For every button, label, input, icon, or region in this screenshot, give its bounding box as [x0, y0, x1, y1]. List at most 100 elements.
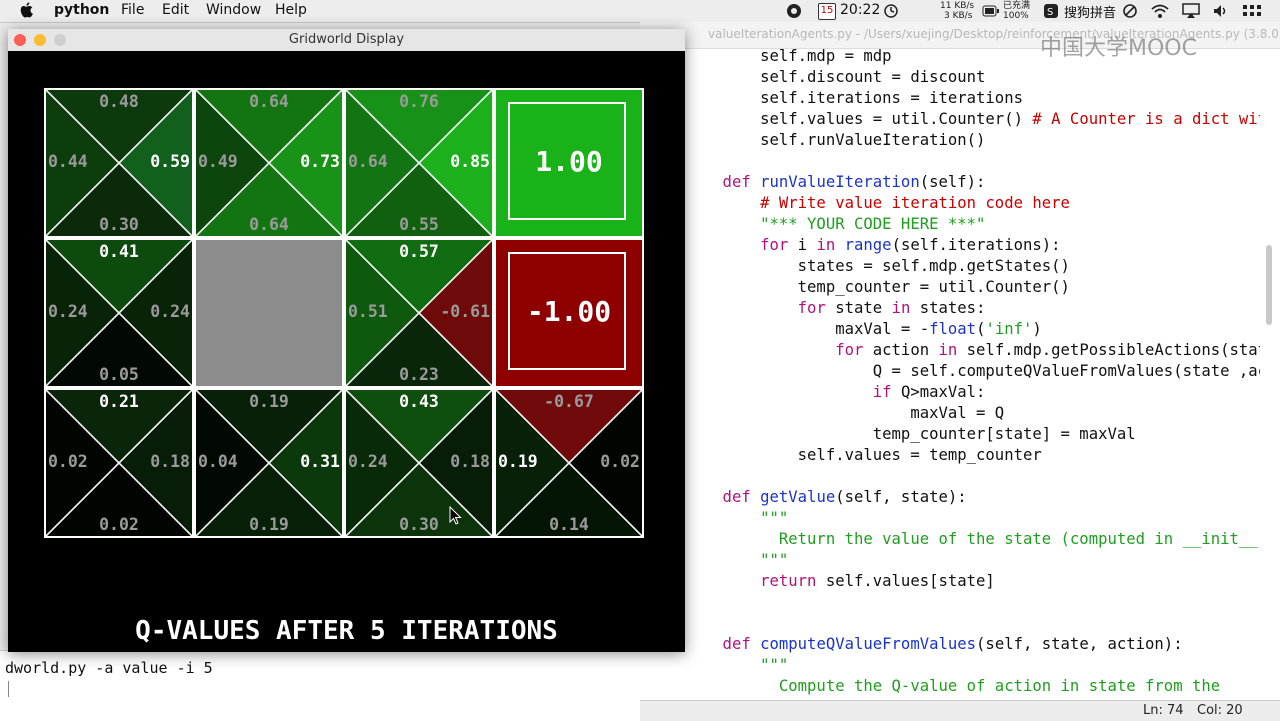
q-value-east: 0.24: [150, 302, 190, 321]
code-line[interactable]: # Write value iteration code here: [685, 193, 1070, 214]
code-token: self.runValueIteration(): [685, 131, 986, 149]
code-line[interactable]: Return the value of the state (computed …: [685, 529, 1260, 550]
code-line[interactable]: """: [685, 655, 788, 676]
code-line[interactable]: "*** YOUR CODE HERE ***": [685, 214, 985, 235]
battery-label: 已充满: [1003, 1, 1031, 11]
code-line[interactable]: """: [685, 550, 788, 571]
gridworld-title: Gridworld Display: [288, 32, 405, 47]
code-area[interactable]: self.mdp = mdp self.discount = discount …: [685, 46, 1260, 700]
code-line[interactable]: maxVal = Q: [685, 403, 1004, 424]
code-token: i: [797, 236, 817, 254]
code-line[interactable]: for state in states:: [685, 298, 986, 319]
code-token: self.discount = discount: [685, 68, 986, 86]
grid-cell: 0.43 0.18 0.30 0.24: [344, 388, 494, 538]
code-line[interactable]: Compute the Q-value of action in state f…: [685, 676, 1220, 697]
code-token: range: [844, 236, 892, 254]
code-line[interactable]: for action in self.mdp.getPossibleAction…: [685, 340, 1260, 361]
code-token: (self, state, action):: [976, 635, 1183, 653]
menu-app-name[interactable]: python: [54, 2, 109, 18]
q-value-west: 0.49: [198, 152, 238, 171]
code-token: 'inf': [985, 320, 1033, 338]
code-line[interactable]: def runValueIteration(self):: [685, 172, 986, 193]
wifi-icon[interactable]: [1150, 3, 1170, 23]
menu-extras-icon[interactable]: [1242, 3, 1262, 23]
gridworld-canvas[interactable]: Q-VALUES AFTER 5 ITERATIONS 0.48 0.59 0.30…: [8, 51, 685, 652]
code-token: self.mdp.getPossibleActions(stat: [966, 341, 1260, 359]
network-up: 11 KB/s: [940, 1, 975, 11]
status-line: Ln: 74: [1143, 703, 1184, 718]
menu-window[interactable]: Window: [206, 2, 261, 18]
code-token: float: [929, 320, 977, 338]
q-value-north: 0.64: [249, 92, 289, 111]
q-value-north: 0.76: [399, 92, 439, 111]
code-token: def: [685, 635, 761, 653]
code-token: # Write value iteration code here: [685, 194, 1070, 212]
code-line[interactable]: maxVal = -float('inf'): [685, 319, 1042, 340]
code-line[interactable]: return self.values[state]: [685, 571, 995, 592]
code-line[interactable]: self.values = temp_counter: [685, 445, 1042, 466]
terminal-cursor: [8, 681, 9, 697]
code-token: for: [685, 299, 836, 317]
q-value-south: 0.55: [399, 215, 439, 234]
code-token: action: [872, 341, 939, 359]
code-token: ): [1032, 320, 1042, 338]
gridworld-title-bar[interactable]: Gridworld Display: [8, 29, 685, 52]
code-token: state: [835, 299, 892, 317]
input-method-icon[interactable]: S: [1043, 3, 1059, 23]
code-token: self.values = util.Counter(): [685, 110, 1033, 128]
code-line[interactable]: self.values = util.Counter() # A Counter…: [685, 109, 1260, 130]
code-line[interactable]: states = self.mdp.getStates(): [685, 256, 1070, 277]
code-token: Return the value of the state (computed …: [685, 530, 1260, 548]
menu-edit[interactable]: Edit: [162, 2, 189, 18]
mouse-cursor-icon: [449, 505, 463, 530]
status-app-icon[interactable]: [786, 3, 802, 23]
apple-icon[interactable]: [20, 2, 34, 22]
code-line[interactable]: temp_counter[state] = maxVal: [685, 424, 1136, 445]
input-method-label[interactable]: 搜狗拼音: [1064, 2, 1116, 21]
brush-icon[interactable]: [1122, 3, 1138, 23]
network-down: 3 KB/s: [944, 11, 973, 21]
terminal-window[interactable]: dworld.py -a value -i 5: [0, 650, 640, 721]
airplay-icon[interactable]: [1182, 3, 1200, 23]
q-value-south: 0.14: [549, 515, 589, 534]
q-value-east: 0.02: [600, 452, 640, 471]
q-value-north: 0.21: [99, 392, 139, 411]
code-token: for: [685, 341, 873, 359]
code-line[interactable]: self.discount = discount: [685, 67, 985, 88]
code-token: """: [685, 509, 789, 527]
code-line[interactable]: for i in range(self.iterations):: [685, 235, 1060, 256]
code-line[interactable]: Q = self.computeQValueFromValues(state ,…: [685, 361, 1260, 382]
calendar-icon[interactable]: 15: [818, 3, 836, 20]
code-token: Q>maxVal:: [900, 383, 986, 401]
code-line[interactable]: if Q>maxVal:: [685, 382, 986, 403]
clock-icon: [884, 4, 898, 22]
menu-help[interactable]: Help: [275, 2, 307, 18]
q-value-west: 0.19: [498, 452, 538, 471]
code-token: if: [685, 383, 901, 401]
editor-scrollbar[interactable]: [1266, 245, 1272, 325]
q-value-south: 0.02: [99, 515, 139, 534]
code-token: getValue: [760, 488, 836, 506]
code-line[interactable]: """: [685, 508, 788, 529]
volume-icon[interactable]: [1212, 3, 1230, 23]
code-token: # A Counter is a dict wit: [1032, 110, 1260, 128]
q-value-north: 0.43: [399, 392, 439, 411]
q-value-south: 0.05: [99, 365, 139, 384]
code-line[interactable]: self.runValueIteration(): [685, 130, 985, 151]
code-token: temp_counter[state] = maxVal: [685, 425, 1136, 443]
code-token: self.values[state]: [825, 572, 995, 590]
q-value-south: 0.23: [399, 365, 439, 384]
code-line[interactable]: self.iterations = iterations: [685, 88, 1023, 109]
menu-file[interactable]: File: [121, 2, 144, 18]
grid-cell: 0.64 0.73 0.64 0.49: [194, 88, 344, 238]
code-line[interactable]: self.mdp = mdp: [685, 46, 891, 67]
code-line[interactable]: def computeQValueFromValues(self, state,…: [685, 634, 1183, 655]
code-line[interactable]: def getValue(self, state):: [685, 487, 967, 508]
clock-time[interactable]: 20:22: [840, 2, 880, 18]
code-line[interactable]: temp_counter = util.Counter(): [685, 277, 1070, 298]
code-token: def: [685, 488, 761, 506]
battery-icon[interactable]: [982, 4, 1000, 22]
menu-bar: python File Edit Window Help 15 20:22 11…: [0, 0, 1280, 23]
q-value-east: -0.61: [440, 302, 490, 321]
q-value-west: 0.24: [348, 452, 388, 471]
